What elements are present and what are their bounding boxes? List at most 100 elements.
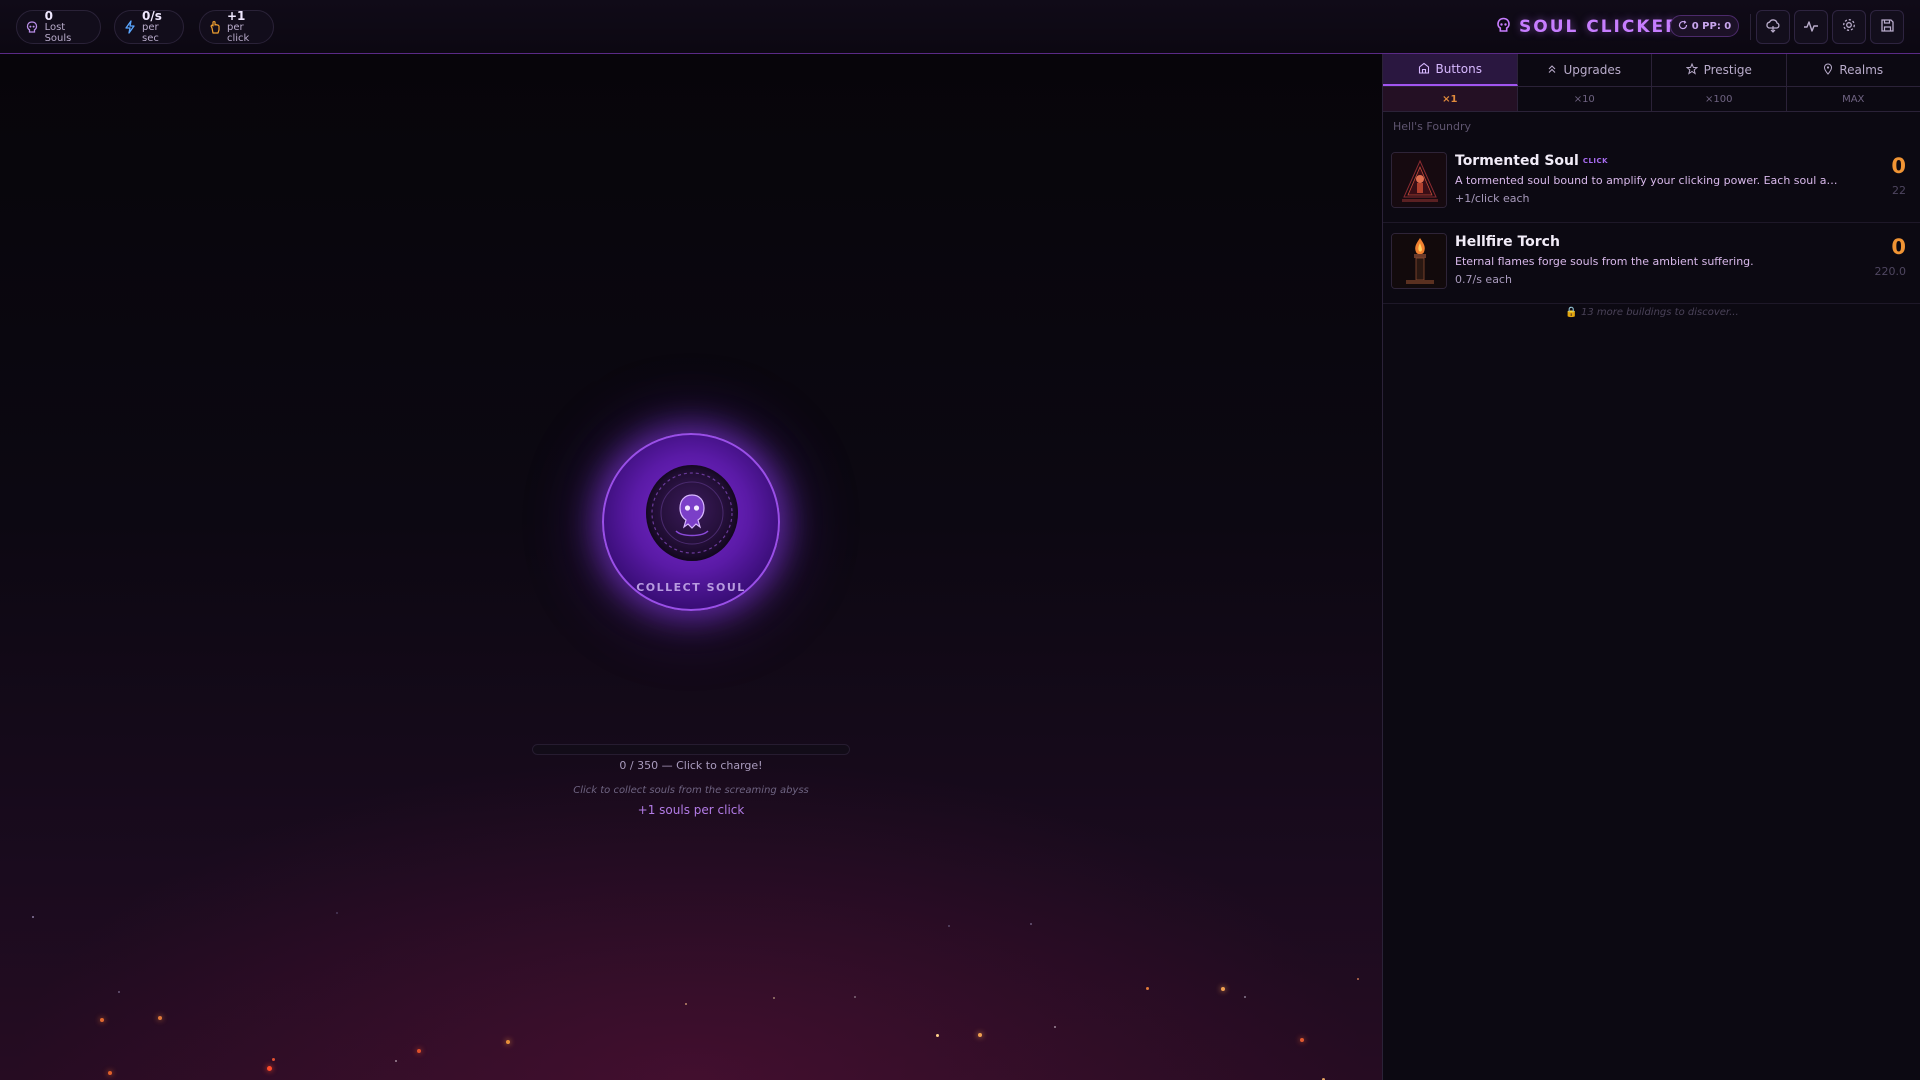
locked-buildings-note: 🔒 13 more buildings to discover...	[1383, 307, 1920, 318]
stats-chart-icon	[1803, 18, 1819, 37]
save-icon	[1880, 18, 1895, 37]
side-panel: Buttons Upgrades Prestige Realms ×1 ×10 …	[1382, 54, 1920, 1080]
ember-particle	[272, 1058, 275, 1061]
buy-quantity-selector: ×1 ×10 ×100 MAX	[1383, 87, 1920, 112]
lost-souls-value: 0	[44, 8, 53, 23]
toolbar-divider	[1750, 14, 1751, 40]
hellfire-torch-description: Eternal flames forge souls from the ambi…	[1455, 255, 1754, 268]
per-click-value: +1	[227, 8, 246, 23]
lost-souls-label: Lost Souls	[44, 21, 72, 44]
qty-x1-button[interactable]: ×1	[1383, 87, 1518, 111]
tormented-soul-image	[1391, 152, 1447, 208]
stats-button[interactable]	[1794, 10, 1828, 44]
gear-icon	[1841, 17, 1857, 37]
ember-particle	[1357, 978, 1359, 980]
top-bar: 0 Lost Souls 0/s per sec +1 per click SO…	[0, 0, 1920, 54]
ember-particle	[108, 1071, 112, 1075]
ember-particle	[336, 912, 338, 914]
per-second-stat: 0/s per sec	[114, 10, 184, 44]
side-tabs: Buttons Upgrades Prestige Realms	[1383, 54, 1920, 87]
tab-realms-label: Realms	[1839, 63, 1884, 77]
star-icon	[1685, 62, 1698, 78]
collect-soul-button[interactable]: COLLECT SOUL	[602, 433, 780, 611]
game-brand: SOUL CLICKER	[1496, 14, 1680, 40]
section-title: Hell's Foundry	[1393, 120, 1472, 133]
tab-prestige-label: Prestige	[1703, 63, 1752, 77]
skull-logo-icon	[1496, 17, 1511, 38]
ember-particle	[978, 1033, 982, 1037]
cloud-sync-button[interactable]	[1756, 10, 1790, 44]
cloud-sync-icon	[1765, 18, 1781, 37]
tormented-soul-cost: 22	[1892, 184, 1906, 197]
ember-particle	[685, 1003, 687, 1005]
tormented-soul-production: +1/click each	[1455, 192, 1530, 205]
ember-particle	[158, 1016, 162, 1020]
tormented-soul-name-row: Tormented Soul CLICK	[1455, 153, 1608, 169]
lightning-icon	[124, 20, 136, 34]
tab-buildings-label: Buttons	[1435, 62, 1482, 76]
ember-particle	[100, 1018, 104, 1022]
qty-max-button[interactable]: MAX	[1787, 87, 1920, 111]
prestige-points-text: 0 PP: 0	[1691, 20, 1732, 32]
collect-hint: Click to collect souls from the screamin…	[573, 785, 809, 796]
ember-particle	[1030, 923, 1032, 925]
chevrons-up-icon	[1547, 63, 1557, 77]
skull-icon	[26, 20, 39, 34]
ember-particle	[1300, 1038, 1304, 1042]
ember-particle	[1244, 996, 1246, 998]
hellfire-torch-production: 0.7/s each	[1455, 273, 1512, 286]
ember-particle	[506, 1040, 510, 1044]
ember-particle	[854, 996, 856, 998]
charge-progress-text: 0 / 350 — Click to charge!	[619, 759, 763, 772]
building-icon	[1418, 62, 1430, 77]
ember-particle	[936, 1034, 939, 1037]
tab-upgrades[interactable]: Upgrades	[1518, 54, 1652, 86]
ember-particle	[118, 991, 120, 993]
hand-icon	[209, 20, 221, 34]
refresh-icon	[1678, 20, 1688, 33]
ember-particle	[32, 916, 34, 918]
ember-particle	[417, 1049, 421, 1053]
souls-per-click-text: +1 souls per click	[637, 803, 745, 817]
building-tormented-soul[interactable]: Tormented Soul CLICK A tormented soul bou…	[1383, 142, 1920, 223]
ember-particle	[1146, 987, 1149, 990]
game-title: SOUL CLICKER	[1519, 17, 1681, 37]
ember-particle	[1221, 987, 1225, 991]
prestige-points-badge: 0 PP: 0	[1670, 15, 1739, 37]
hellfire-torch-cost: 220.0	[1874, 265, 1907, 278]
ember-particle	[395, 1060, 397, 1062]
tab-upgrades-label: Upgrades	[1563, 63, 1622, 77]
tab-realms[interactable]: Realms	[1787, 54, 1920, 86]
pin-icon	[1823, 63, 1833, 78]
tab-buildings[interactable]: Buttons	[1383, 54, 1518, 86]
ember-particle	[267, 1066, 272, 1071]
game-area: COLLECT SOUL 0 / 350 — Click to charge! …	[0, 54, 1382, 1080]
qty-x100-button[interactable]: ×100	[1652, 87, 1787, 111]
charge-progress-bar	[532, 744, 850, 755]
per-second-value: 0/s	[142, 8, 162, 23]
hellfire-torch-name: Hellfire Torch	[1455, 234, 1560, 250]
tormented-soul-count: 0	[1891, 154, 1906, 178]
per-second-label: per sec	[142, 21, 159, 44]
tormented-soul-description: A tormented soul bound to amplify your c…	[1455, 174, 1839, 187]
locked-buildings-text: 13 more buildings to discover...	[1581, 307, 1739, 318]
hellfire-torch-image	[1391, 233, 1447, 289]
ember-particle	[1054, 1026, 1056, 1028]
per-click-stat: +1 per click	[199, 10, 274, 44]
qty-x10-button[interactable]: ×10	[1518, 87, 1652, 111]
building-hellfire-torch[interactable]: Hellfire Torch Eternal flames forge soul…	[1383, 223, 1920, 304]
tab-prestige[interactable]: Prestige	[1652, 54, 1787, 86]
hellfire-torch-count: 0	[1891, 235, 1906, 259]
ember-particle	[773, 997, 775, 999]
settings-button[interactable]	[1832, 10, 1866, 44]
lost-souls-stat: 0 Lost Souls	[16, 10, 101, 44]
collect-soul-label: COLLECT SOUL	[636, 581, 746, 594]
soul-emblem	[646, 465, 738, 561]
ember-particle	[948, 925, 950, 927]
click-tag: CLICK	[1582, 157, 1609, 165]
save-button[interactable]	[1870, 10, 1904, 44]
soul-ghost-icon	[651, 472, 733, 554]
tormented-soul-name: Tormented Soul	[1455, 153, 1579, 169]
per-click-label: per click	[227, 21, 250, 44]
lock-icon: 🔒	[1565, 307, 1578, 318]
